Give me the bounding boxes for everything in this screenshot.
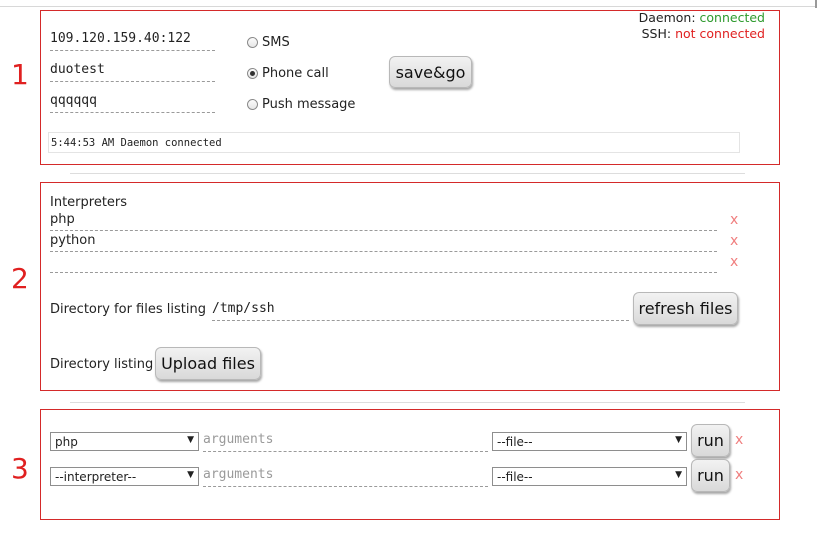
interpreter-select-1[interactable]: php ▼ bbox=[50, 432, 199, 451]
method-phone-label: Phone call bbox=[262, 66, 329, 81]
interpreter-select-1-value: php bbox=[55, 434, 78, 449]
method-sms-option[interactable]: SMS bbox=[247, 35, 290, 50]
daemon-status-value: connected bbox=[699, 10, 765, 25]
log-output: 5:44:53 AM Daemon connected bbox=[48, 132, 740, 153]
file-select-2-value: --file-- bbox=[497, 469, 533, 484]
run-button-2[interactable]: run bbox=[691, 459, 730, 492]
host-field[interactable]: 109.120.159.40:122 bbox=[50, 31, 215, 51]
remove-run-2[interactable]: x bbox=[735, 467, 743, 483]
ssh-status-value: not connected bbox=[675, 26, 765, 41]
interpreter-field-1[interactable]: php bbox=[50, 212, 717, 231]
status-box: Daemon: connected SSH: not connected bbox=[639, 10, 765, 42]
method-push-label: Push message bbox=[262, 97, 356, 112]
remove-interpreter-2[interactable]: x bbox=[730, 233, 738, 249]
arguments-field-1[interactable]: arguments bbox=[203, 432, 488, 452]
section-label-1: 1 bbox=[11, 58, 29, 91]
interpreter-field-2[interactable]: python bbox=[50, 233, 717, 252]
section-divider-2 bbox=[70, 402, 745, 403]
method-push-option[interactable]: Push message bbox=[247, 97, 355, 112]
interpreter-select-2[interactable]: --interpreter-- ▼ bbox=[50, 467, 199, 486]
remove-run-1[interactable]: x bbox=[735, 432, 743, 448]
interpreters-title: Interpreters bbox=[50, 195, 128, 210]
directory-field[interactable]: /tmp/ssh bbox=[212, 301, 629, 321]
password-field[interactable]: qqqqqq bbox=[50, 93, 215, 113]
section-label-2: 2 bbox=[11, 262, 29, 295]
run-panel bbox=[40, 409, 780, 520]
section-label-3: 3 bbox=[11, 452, 29, 485]
ssh-status-label: SSH: bbox=[641, 26, 672, 41]
remove-interpreter-3[interactable]: x bbox=[730, 254, 738, 270]
user-field[interactable]: duotest bbox=[50, 62, 215, 82]
chevron-down-icon: ▼ bbox=[675, 470, 682, 480]
upload-files-button[interactable]: Upload files bbox=[155, 347, 261, 380]
top-divider bbox=[0, 6, 817, 7]
method-phone-option[interactable]: Phone call bbox=[247, 66, 329, 81]
interpreter-select-2-value: --interpreter-- bbox=[55, 469, 137, 484]
refresh-files-button[interactable]: refresh files bbox=[633, 292, 738, 325]
file-select-1-value: --file-- bbox=[497, 434, 533, 449]
section-divider bbox=[70, 173, 745, 174]
directory-label: Directory for files listing bbox=[50, 302, 206, 317]
arguments-field-2[interactable]: arguments bbox=[203, 467, 488, 487]
save-go-button[interactable]: save&go bbox=[389, 56, 472, 88]
method-sms-label: SMS bbox=[262, 35, 290, 50]
radio-push[interactable] bbox=[247, 99, 258, 110]
file-select-1[interactable]: --file-- ▼ bbox=[492, 432, 687, 451]
remove-interpreter-1[interactable]: x bbox=[730, 212, 738, 228]
file-select-2[interactable]: --file-- ▼ bbox=[492, 467, 687, 486]
chevron-down-icon: ▼ bbox=[675, 435, 682, 445]
directory-listing-label: Directory listing bbox=[50, 357, 154, 372]
interpreter-field-3[interactable] bbox=[50, 254, 717, 273]
chevron-down-icon: ▼ bbox=[187, 470, 194, 480]
daemon-status-label: Daemon: bbox=[638, 10, 696, 25]
run-button-1[interactable]: run bbox=[691, 424, 730, 457]
radio-phone-call[interactable] bbox=[247, 68, 258, 79]
radio-sms[interactable] bbox=[247, 37, 258, 48]
chevron-down-icon: ▼ bbox=[187, 435, 194, 445]
